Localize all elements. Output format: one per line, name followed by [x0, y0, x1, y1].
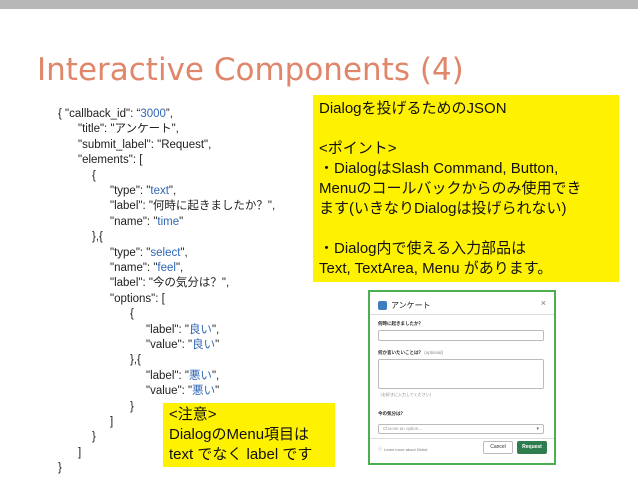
code-line: "submit_label": "Request", [78, 138, 212, 151]
app-logo-icon [378, 300, 387, 310]
callout-note-line: <注意> [169, 406, 217, 423]
code-value: feel [157, 262, 176, 274]
dialog-title: アンケート [391, 300, 431, 310]
code-value: 悪い [192, 385, 216, 398]
code-line: { [92, 169, 96, 182]
code-value: 良い [192, 339, 216, 351]
request-button[interactable]: Request [517, 441, 547, 454]
callout-json-line: Dialogを投げるためのJSON [319, 100, 507, 117]
code-value: 良い [188, 323, 212, 336]
callout-json-line [319, 119, 613, 139]
field-time-label: 何時に起きましたか？ [378, 321, 423, 326]
code-line: } [130, 400, 134, 413]
footer-link[interactable]: Learn more about Dirbot [384, 447, 427, 452]
code-line: "elements": [ [78, 154, 143, 167]
code-line: "type": "select", [110, 246, 188, 259]
code-line: { "callback_id": “3000”, [58, 108, 173, 120]
callout-note: <注意> DialogのMenu項目は text でなく label です [163, 403, 335, 467]
code-line: "type": "text", [110, 185, 177, 197]
footer-divider [370, 438, 554, 439]
comment-textarea[interactable] [378, 359, 544, 389]
dialog-header: アンケート [378, 298, 431, 312]
code-value: select [150, 246, 181, 259]
cancel-button[interactable]: Cancel [483, 441, 513, 454]
field-comment-label-text: 何か言いたいことは？ [378, 350, 423, 355]
code-value: time [157, 215, 180, 228]
code-line: } [92, 431, 96, 444]
code-line: "name": "feel", [110, 262, 184, 274]
callout-json-explanation: Dialogを投げるためのJSON <ポイント> ・DialogはSlash Co… [313, 95, 619, 282]
code-line: } [58, 462, 62, 475]
callout-json-line: Text, TextArea, Menu があります。 [319, 260, 553, 277]
header-divider [370, 314, 554, 315]
callout-json-line: Menuのコールバックからのみ使用でき [319, 180, 582, 197]
callout-json-line: ・DialogはSlash Command, Button, [319, 160, 559, 177]
code-line: "label": "今の気分は？", [110, 277, 230, 290]
code-line: "value": "悪い" [146, 385, 220, 398]
code-line: "options": [ [110, 292, 165, 305]
time-input[interactable] [378, 330, 544, 341]
info-icon: ⓘ [378, 446, 382, 451]
code-line: "name": "time" [110, 215, 184, 228]
code-line: "label": "悪い", [146, 369, 220, 382]
code-line: },{ [92, 231, 103, 244]
code-line: ] [78, 446, 82, 459]
callout-json-line: <ポイント> [319, 140, 397, 157]
feel-select[interactable]: Choose an option... ▾ [378, 424, 544, 434]
chevron-down-icon: ▾ [536, 426, 539, 432]
code-line: { [130, 308, 134, 321]
callout-note-line: DialogのMenu項目は [169, 426, 310, 443]
select-placeholder: Choose an option... [383, 426, 423, 431]
callout-json-line: ・Dialog内で使える入力部品は [319, 240, 527, 257]
slide-title: Interactive Components (4) [37, 52, 464, 88]
field-feel-label: 今の気分は？ [378, 411, 405, 416]
code-value: 悪い [188, 369, 212, 382]
close-icon[interactable]: × [541, 298, 546, 308]
code-value: 3000 [140, 108, 166, 120]
code-line: ] [110, 416, 114, 428]
dialog-preview: アンケート × 何時に起きましたか？ 何か言いたいことは？ (optional)… [368, 290, 556, 465]
slide-top-bar [0, 0, 638, 9]
code-value: text [150, 185, 169, 197]
field-comment-label: 何か言いたいことは？ (optional) [378, 350, 443, 356]
comment-hint: （お好きに入力してください） [378, 392, 434, 397]
callout-note-line: text でなく label です [169, 446, 313, 463]
callout-json-line [319, 219, 613, 239]
code-line: "label": "何時に起きましたか？", [110, 200, 276, 213]
callout-json-line: ます(いきなりDialogは投げられない) [319, 200, 567, 217]
dialog-footer: ⓘ Learn more about Dirbot [378, 446, 427, 452]
code-line: "title": "アンケート", [78, 123, 179, 136]
code-line: "label": "良い", [146, 323, 220, 336]
code-line: },{ [130, 354, 141, 367]
code-line: "value": "良い" [146, 339, 220, 351]
optional-tag: (optional) [424, 350, 444, 355]
